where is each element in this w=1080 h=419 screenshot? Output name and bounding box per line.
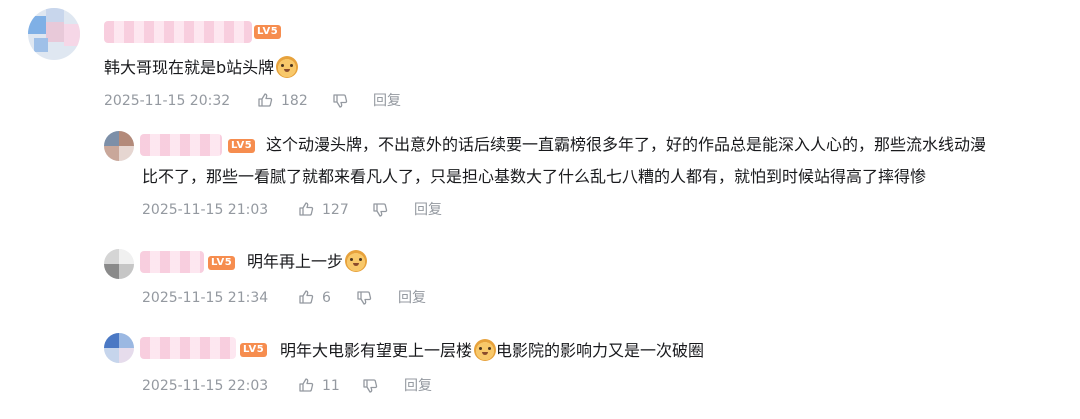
- username-blurred[interactable]: [140, 134, 222, 156]
- reply-button[interactable]: 回复: [414, 200, 442, 220]
- thumb-down-icon[interactable]: [332, 93, 348, 109]
- reply-text: 明年大电影有望更上一层楼 电影院的影响力又是一次破圈: [280, 339, 704, 362]
- username-blurred[interactable]: [140, 251, 204, 273]
- thumb-up-icon[interactable]: [298, 377, 314, 393]
- like-count: 11: [322, 378, 340, 394]
- doge-emoji-icon: [276, 56, 299, 78]
- reply-text-content: 明年再上一步: [247, 252, 344, 271]
- username-blurred[interactable]: [140, 337, 236, 359]
- like-count: 6: [322, 290, 331, 306]
- reply-button[interactable]: 回复: [398, 288, 426, 308]
- avatar[interactable]: [104, 333, 134, 363]
- like-count: 182: [281, 93, 308, 109]
- like-count: 127: [322, 202, 349, 218]
- comment-time: 2025-11-15 20:32: [104, 93, 231, 109]
- reply-text-part-a: 明年大电影有望更上一层楼: [280, 341, 473, 360]
- thumb-up-icon[interactable]: [298, 289, 314, 305]
- reply-text: 明年再上一步: [247, 250, 368, 273]
- avatar[interactable]: [28, 8, 80, 60]
- reply-button[interactable]: 回复: [373, 91, 401, 111]
- shocked-doge-emoji-icon: [474, 339, 497, 361]
- thumb-down-icon[interactable]: [372, 202, 388, 218]
- comment-text: 韩大哥现在就是b站头牌: [104, 56, 299, 79]
- level-badge: LV5: [240, 343, 268, 357]
- level-badge: LV5: [254, 25, 282, 39]
- doge-emoji-icon: [345, 250, 368, 272]
- thumb-up-icon[interactable]: [298, 201, 314, 217]
- reply-time: 2025-11-15 22:03: [142, 378, 269, 394]
- reply-button[interactable]: 回复: [404, 376, 432, 396]
- reply-text-part-b: 电影院的影响力又是一次破圈: [496, 341, 705, 360]
- level-badge: LV5: [228, 139, 256, 153]
- thumb-down-icon[interactable]: [362, 378, 378, 394]
- comment-text-content: 韩大哥现在就是b站头牌: [104, 58, 275, 77]
- avatar[interactable]: [104, 249, 134, 279]
- thumb-up-icon[interactable]: [257, 92, 273, 108]
- avatar[interactable]: [104, 131, 134, 161]
- level-badge: LV5: [208, 256, 236, 270]
- reply-time: 2025-11-15 21:03: [142, 202, 269, 218]
- reply-text-line2: 比不了，那些一看腻了就都来看凡人了，只是担心基数大了什么乱七八糟的人都有，就怕到…: [142, 167, 927, 186]
- reply-time: 2025-11-15 21:34: [142, 290, 269, 306]
- thumb-down-icon[interactable]: [356, 290, 372, 306]
- username-blurred[interactable]: [104, 21, 252, 43]
- reply-text-line1: 这个动漫头牌，不出意外的话后续要一直霸榜很多年了，好的作品总是能深入人心的，那些…: [266, 135, 987, 154]
